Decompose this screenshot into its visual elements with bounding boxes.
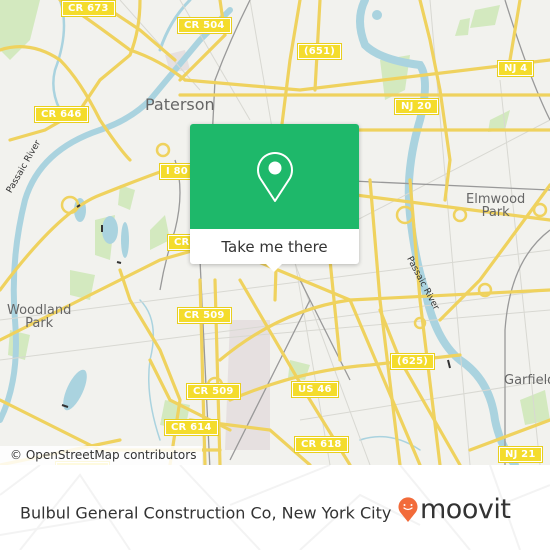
road-shield: NJ 4 (496, 60, 535, 77)
place-label-garfield: Garfield (504, 373, 550, 388)
moovit-pin-icon (398, 497, 418, 522)
map-attribution[interactable]: © OpenStreetMap contributors (0, 446, 203, 465)
place-label-woodland-park: Woodland Park (7, 304, 71, 330)
place-label-elmwood-park: Elmwood Park (466, 193, 525, 219)
road-shield: NJ 20 (394, 98, 439, 115)
road-shield: I 80 (159, 163, 195, 180)
location-title: Bulbul General Construction Co, New York… (20, 503, 392, 523)
road-shield: NJ 21 (498, 446, 543, 463)
road-shield: CR 504 (177, 17, 232, 34)
place-label-paterson: Paterson (145, 95, 215, 114)
place-label-line: Park (25, 316, 54, 331)
place-label-line: Park (481, 205, 510, 220)
take-me-there-popup[interactable]: Take me there (190, 124, 359, 272)
moovit-wordmark: moovit (420, 494, 511, 525)
road-shield: CR 509 (177, 307, 232, 324)
take-me-there-button[interactable]: Take me there (190, 229, 359, 264)
map[interactable]: Paterson Elmwood Park Woodland Park Garf… (0, 0, 550, 465)
road-shield: CR 673 (61, 0, 116, 17)
road-shield: CR 509 (186, 383, 241, 400)
moovit-logo[interactable]: moovit (398, 494, 511, 525)
popup-header (190, 124, 359, 229)
road-shield: (625) (389, 353, 436, 370)
road-shield: US 46 (291, 381, 339, 398)
road-shield: (651) (296, 43, 343, 60)
road-shield: CR 614 (164, 419, 219, 436)
popup-tail (265, 263, 283, 272)
footer: Bulbul General Construction Co, New York… (0, 465, 550, 550)
road-shield: CR 618 (294, 436, 349, 453)
map-pin-icon (256, 151, 293, 202)
road-shield: CR 646 (34, 106, 89, 123)
